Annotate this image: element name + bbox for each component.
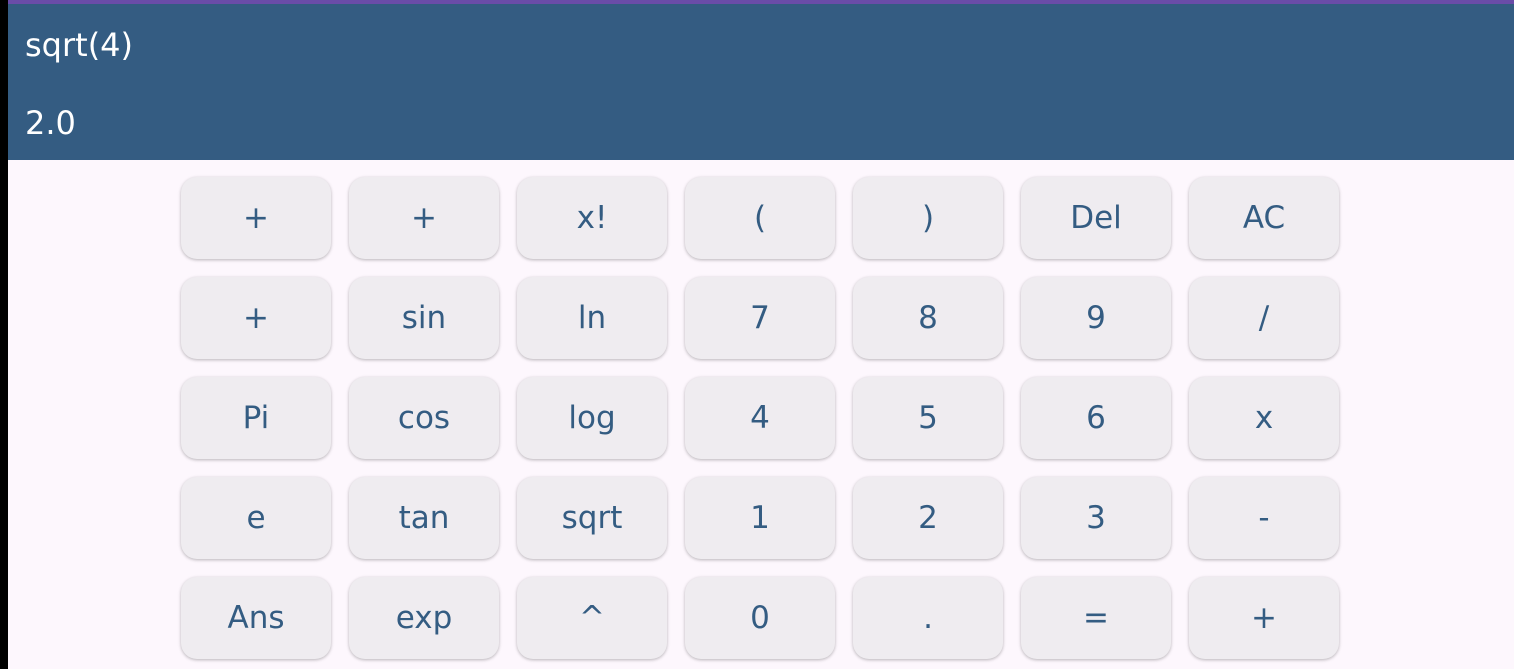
digit-2-button[interactable]: 2 [853,477,1003,559]
plus-button[interactable]: + [1189,577,1339,659]
digit-0-button[interactable]: 0 [685,577,835,659]
factorial-button[interactable]: x! [517,177,667,259]
power-button[interactable]: ^ [517,577,667,659]
exp-button[interactable]: exp [349,577,499,659]
plus-button-r2c1[interactable]: + [181,277,331,359]
multiply-button[interactable]: x [1189,377,1339,459]
digit-8-button[interactable]: 8 [853,277,1003,359]
calculator-app: sqrt(4) 2.0 + + x!() Del AC + sin ln 7 8 9/Pi cos lo… [8,0,1514,669]
tan-button[interactable]: tan [349,477,499,559]
cos-button[interactable]: cos [349,377,499,459]
open-paren-button[interactable]: ( [685,177,835,259]
digit-3-button[interactable]: 3 [1021,477,1171,559]
digit-4-button[interactable]: 4 [685,377,835,459]
ans-button[interactable]: Ans [181,577,331,659]
decimal-point-button[interactable]: . [853,577,1003,659]
plus-button-r1c1[interactable]: + [181,177,331,259]
calculator-display: sqrt(4) 2.0 [8,4,1514,160]
e-button[interactable]: e [181,477,331,559]
close-paren-button[interactable]: ) [853,177,1003,259]
digit-6-button[interactable]: 6 [1021,377,1171,459]
digit-7-button[interactable]: 7 [685,277,835,359]
result-text: 2.0 [25,104,76,142]
minus-button[interactable]: - [1189,477,1339,559]
delete-button[interactable]: Del [1021,177,1171,259]
all-clear-button[interactable]: AC [1189,177,1339,259]
equals-button[interactable]: = [1021,577,1171,659]
sqrt-button[interactable]: sqrt [517,477,667,559]
digit-5-button[interactable]: 5 [853,377,1003,459]
ln-button[interactable]: ln [517,277,667,359]
expression-text: sqrt(4) [25,26,134,64]
plus-button-r1c2[interactable]: + [349,177,499,259]
digit-9-button[interactable]: 9 [1021,277,1171,359]
keypad: + + x!() Del AC + sin ln 7 8 9/Pi cos log 4 5 6 x e tan sqr… [181,177,1341,661]
digit-1-button[interactable]: 1 [685,477,835,559]
divide-button[interactable]: / [1189,277,1339,359]
pi-button[interactable]: Pi [181,377,331,459]
log-button[interactable]: log [517,377,667,459]
sin-button[interactable]: sin [349,277,499,359]
